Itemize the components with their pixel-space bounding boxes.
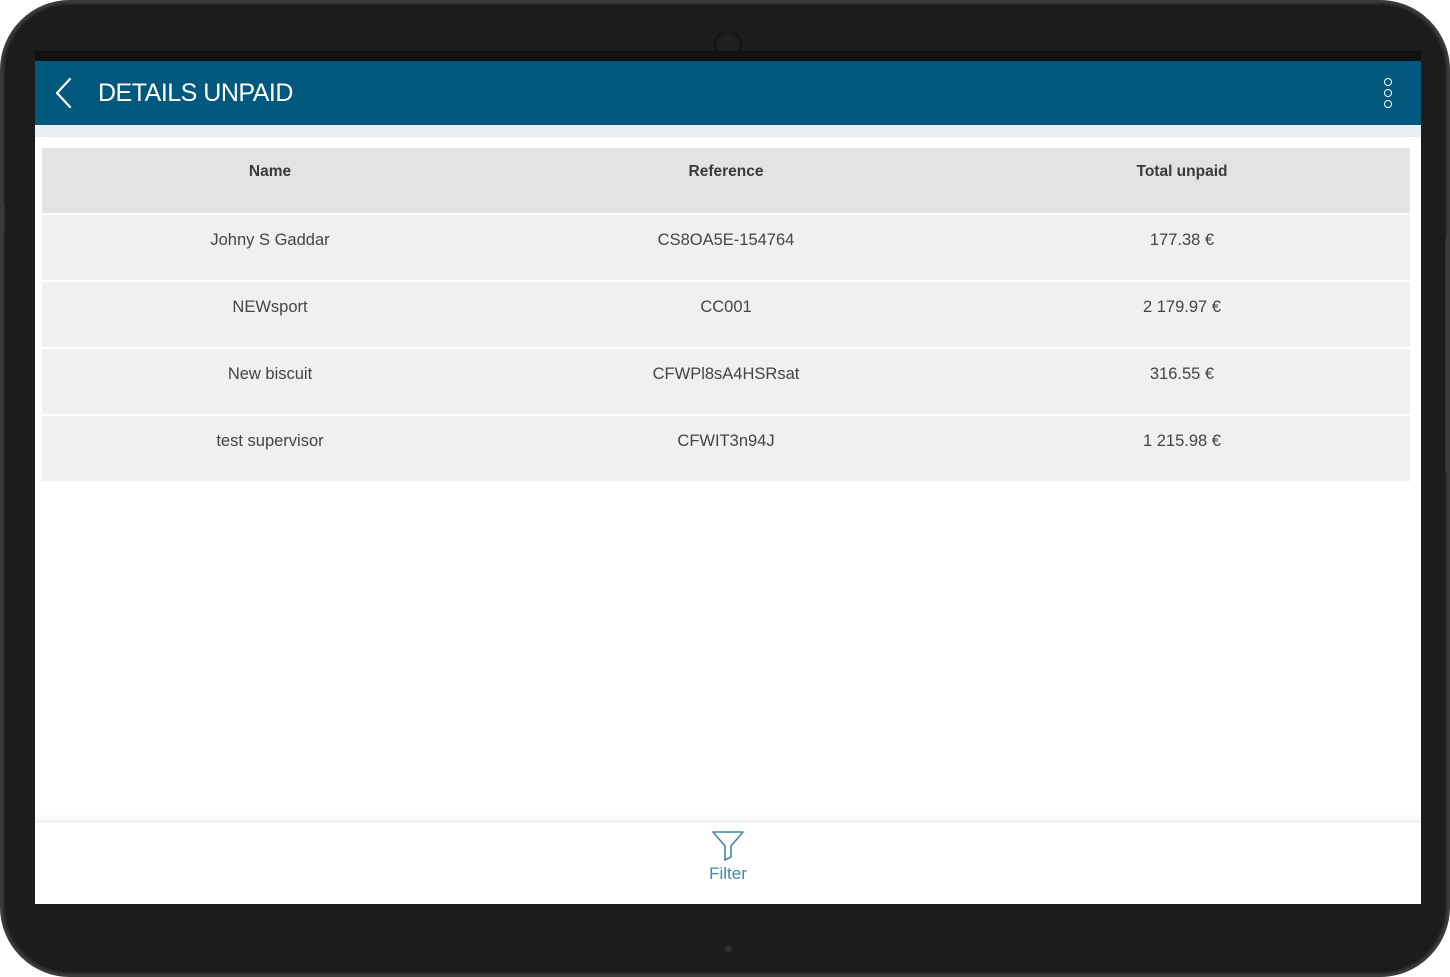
column-header-name[interactable]: Name	[42, 148, 498, 213]
cell-name: New biscuit	[227, 365, 313, 383]
cell-reference: CC001	[700, 298, 752, 316]
filter-label: Filter	[709, 864, 747, 883]
column-header-reference[interactable]: Reference	[498, 148, 954, 213]
filter-button[interactable]: Filter	[695, 830, 761, 890]
status-bar	[35, 51, 1421, 61]
table-row[interactable]: New biscuit CFWPl8sA4HSRsat 316.55 €	[42, 349, 1410, 414]
cell-total: 2 179.97 €	[1143, 298, 1221, 316]
tablet-frame: DETAILS UNPAID Name Reference Total unpa…	[0, 0, 1450, 977]
more-vertical-icon-dot	[1384, 89, 1392, 97]
column-header-total[interactable]: Total unpaid	[954, 148, 1410, 213]
chevron-left-icon	[55, 77, 72, 109]
volume-button	[1446, 235, 1450, 473]
cell-total: 1 215.98 €	[1143, 432, 1221, 450]
table-row[interactable]: test supervisor CFWIT3n94J 1 215.98 €	[42, 416, 1410, 481]
more-options-button[interactable]	[1373, 71, 1403, 115]
page-title: DETAILS UNPAID	[98, 79, 293, 107]
cell-name: NEWsport	[232, 298, 308, 316]
home-indicator	[725, 945, 732, 952]
cell-reference: CFWPl8sA4HSRsat	[652, 365, 800, 383]
cell-total: 177.38 €	[1149, 231, 1215, 249]
table-header: Name Reference Total unpaid	[42, 148, 1410, 213]
table-row[interactable]: Johny S Gaddar CS8OA5E-154764 177.38 €	[42, 215, 1410, 280]
back-button[interactable]	[45, 73, 81, 113]
subheader-strip	[35, 125, 1421, 137]
more-vertical-icon	[1384, 78, 1392, 86]
cell-reference: CS8OA5E-154764	[657, 231, 795, 249]
cell-name: test supervisor	[216, 432, 324, 450]
table-row[interactable]: NEWsport CC001 2 179.97 €	[42, 282, 1410, 347]
screen: DETAILS UNPAID Name Reference Total unpa…	[35, 51, 1421, 904]
unpaid-table: Name Reference Total unpaid Johny S Gadd…	[42, 148, 1410, 483]
cell-name: Johny S Gaddar	[210, 231, 330, 249]
bottom-toolbar: Filter	[35, 821, 1421, 904]
more-vertical-icon-dot	[1384, 100, 1392, 108]
app-bar: DETAILS UNPAID	[35, 61, 1421, 125]
cell-reference: CFWIT3n94J	[677, 432, 775, 450]
power-button	[0, 203, 4, 233]
filter-funnel-icon	[712, 831, 744, 861]
cell-total: 316.55 €	[1149, 365, 1215, 383]
